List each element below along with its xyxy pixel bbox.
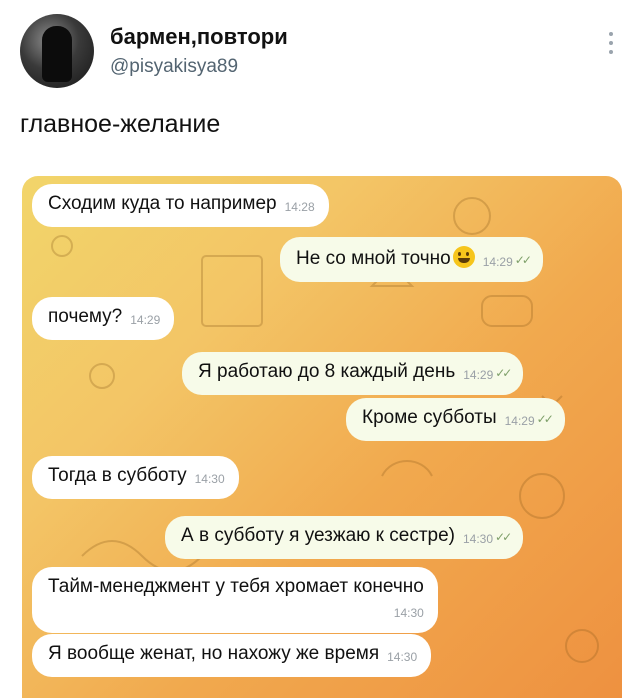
message-bubble-incoming[interactable]: Тайм-менеджмент у тебя хромает конечно 1…: [32, 567, 438, 633]
message-bubble-incoming[interactable]: Тогда в субботу 14:30: [32, 456, 239, 499]
message-time: 14:29: [482, 255, 513, 269]
avatar[interactable]: [20, 14, 94, 88]
message-time: 14:29: [130, 313, 161, 327]
message-bubble-outgoing[interactable]: А в субботу я уезжаю к сестре) 14:30 ✓✓: [165, 516, 524, 559]
message-time: 14:29: [463, 368, 494, 382]
message-bubble-incoming[interactable]: почему? 14:29: [32, 297, 175, 340]
display-name[interactable]: бармен,повтори: [110, 24, 288, 50]
user-handle[interactable]: @pisyakisya89: [110, 56, 238, 78]
message-text: Я работаю до 8 каждый день: [198, 361, 456, 382]
tweet-header: бармен,повтори @pisyakisya89: [20, 14, 620, 94]
avatar-figure: [42, 26, 72, 82]
message-bubble-outgoing[interactable]: Я работаю до 8 каждый день 14:29 ✓✓: [182, 352, 524, 395]
message-text: Не со мной точно: [296, 248, 451, 269]
read-checks-icon: ✓✓: [536, 412, 554, 426]
read-checks-icon: ✓✓: [495, 530, 512, 544]
message-time: 14:28: [284, 200, 315, 214]
message-time: 14:30: [463, 532, 494, 546]
tweet-text: главное-желание: [20, 110, 221, 138]
grinning-face-icon: [452, 246, 475, 268]
message-bubble-outgoing[interactable]: Не со мной точно 14:29 ✓✓: [280, 237, 543, 282]
message-text: А в субботу я уезжаю к сестре): [181, 525, 455, 546]
message-text: Кроме субботы: [362, 407, 497, 428]
message-time: 14:30: [393, 606, 424, 620]
message-time: 14:29: [504, 414, 535, 428]
read-checks-icon: ✓✓: [495, 366, 512, 380]
message-text: Тайм-менеджмент у тебя хромает конечно: [48, 576, 424, 597]
message-text: Я вообще женат, но нахожу же время: [48, 643, 380, 664]
message-time: 14:30: [387, 650, 418, 664]
more-options-icon[interactable]: [608, 32, 614, 58]
message-text: Тогда в субботу: [48, 465, 187, 486]
message-bubble-incoming[interactable]: Сходим куда то например 14:28: [32, 184, 329, 227]
message-text: почему?: [48, 306, 123, 327]
message-bubble-outgoing[interactable]: Кроме субботы 14:29 ✓✓: [346, 398, 565, 441]
read-checks-icon: ✓✓: [514, 253, 532, 267]
message-time: 14:30: [194, 472, 225, 486]
message-bubble-incoming[interactable]: Я вообще женат, но нахожу же время 14:30: [32, 634, 432, 677]
message-text: Сходим куда то например: [48, 193, 277, 214]
chat-screenshot: Сходим куда то например 14:28 Не со мной …: [22, 176, 622, 698]
